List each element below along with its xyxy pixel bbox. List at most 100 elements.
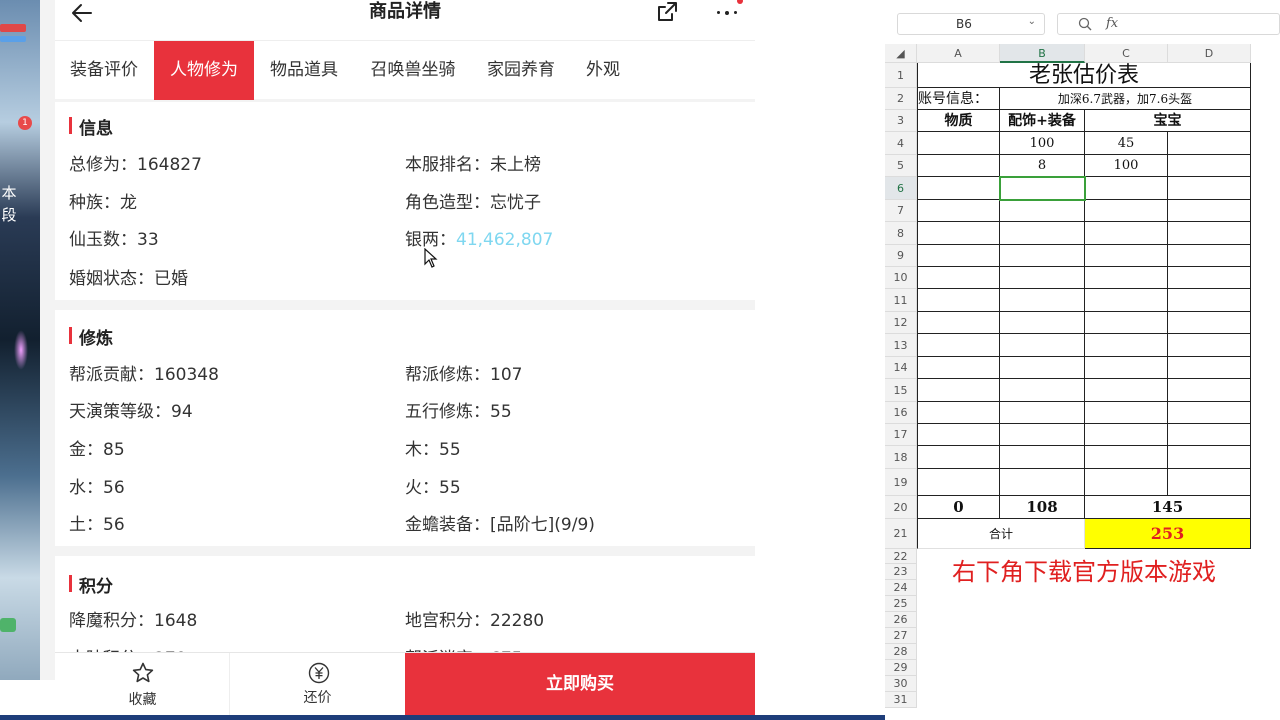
row-header[interactable]: 2 [885,88,917,110]
column-header-a[interactable]: A [917,44,1000,63]
total-label-cell[interactable]: 合计 [917,519,1085,549]
sheet-cell[interactable] [1168,312,1251,334]
row-header[interactable]: 24 [885,580,917,596]
fx-icon[interactable]: fx [1106,16,1118,31]
value-cell[interactable]: 100 [1000,132,1085,155]
counter-offer-button[interactable]: 还价 [230,653,405,715]
sheet-cell[interactable] [1085,357,1168,379]
tab-equipment-rating[interactable]: 装备评价 [55,41,153,100]
tab-character-cultivation[interactable]: 人物修为 [154,41,254,100]
sheet-cell[interactable] [917,446,1000,469]
sheet-cell[interactable] [1168,357,1251,379]
sheet-cell[interactable] [917,424,1000,446]
sheet-cell[interactable] [1000,402,1085,424]
row-header[interactable]: 3 [885,110,917,132]
total-value-cell[interactable]: 253 [1085,519,1251,549]
sheet-cell[interactable] [917,357,1000,379]
sheet-cell[interactable] [1085,222,1168,245]
sheet-cell[interactable] [917,379,1000,402]
sheet-cell[interactable] [1085,177,1168,200]
row-header[interactable]: 20 [885,496,917,519]
sheet-cell[interactable] [1000,357,1085,379]
sum-material-cell[interactable]: 0 [917,496,1000,519]
favorite-button[interactable]: 收藏 [55,653,230,715]
sheet-cell[interactable] [1085,424,1168,446]
sheet-cell[interactable] [1168,469,1251,496]
sheet-cell[interactable] [917,177,1000,200]
row-header[interactable]: 27 [885,628,917,644]
sheet-cell[interactable] [1085,267,1168,289]
sheet-cell[interactable] [1168,402,1251,424]
sheet-cell[interactable] [917,469,1000,496]
game-window-strip[interactable]: 1 本段 [0,0,40,680]
zoom-icon[interactable] [1078,17,1092,31]
row-header[interactable]: 25 [885,596,917,612]
sheet-cell[interactable] [1085,312,1168,334]
name-box[interactable]: B6 ⌄ [897,13,1045,35]
sheet-cell[interactable] [1085,334,1168,357]
chevron-down-icon[interactable]: ⌄ [1028,16,1036,27]
row-header[interactable]: 5 [885,155,917,177]
sheet-cell[interactable] [1168,200,1251,222]
sheet-cell[interactable] [1000,222,1085,245]
row-header[interactable]: 13 [885,334,917,357]
sheet-cell[interactable] [1000,334,1085,357]
value-cell[interactable] [917,155,1000,177]
sheet-cell[interactable] [1085,289,1168,312]
row-header[interactable]: 31 [885,692,917,708]
sheet-cell[interactable] [1000,289,1085,312]
tab-appearance[interactable]: 外观 [570,41,636,100]
game-green-button[interactable] [0,618,16,632]
row-header[interactable]: 30 [885,676,917,692]
row-header[interactable]: 12 [885,312,917,334]
row-header[interactable]: 4 [885,132,917,155]
value-cell[interactable] [917,132,1000,155]
sheet-cell[interactable] [1085,469,1168,496]
sheet-cell[interactable] [1168,289,1251,312]
sheet-cell[interactable] [1000,446,1085,469]
sheet-cell[interactable] [917,245,1000,267]
row-header[interactable]: 8 [885,222,917,245]
sheet-cell[interactable] [1168,132,1251,155]
value-cell[interactable]: 100 [1085,155,1168,177]
row-header[interactable]: 11 [885,289,917,312]
sheet-cell[interactable] [917,200,1000,222]
row-header[interactable]: 10 [885,267,917,289]
column-header-b[interactable]: B [1000,44,1085,63]
sheet-cell[interactable] [1085,245,1168,267]
sheet-cell[interactable] [1000,200,1085,222]
row-header[interactable]: 14 [885,357,917,379]
tab-home[interactable]: 家园养育 [472,41,570,100]
row-header[interactable]: 1 [885,63,917,88]
row-header[interactable]: 29 [885,660,917,676]
sheet-cell[interactable] [1000,379,1085,402]
sheet-cell[interactable] [1085,402,1168,424]
row-header[interactable]: 16 [885,402,917,424]
sheet-cell[interactable] [1168,379,1251,402]
sheet-cell[interactable] [1168,334,1251,357]
sheet-cell[interactable] [917,402,1000,424]
sum-pet-cell[interactable]: 145 [1085,496,1251,519]
select-all-corner[interactable]: ◢ [885,44,917,63]
sheet-cell[interactable] [1168,267,1251,289]
sheet-cell[interactable] [1085,379,1168,402]
sheet-cell[interactable] [1168,155,1251,177]
sheet-cell[interactable] [1168,424,1251,446]
row-header[interactable]: 21 [885,519,917,549]
row-header[interactable]: 26 [885,612,917,628]
value-cell[interactable]: 45 [1085,132,1168,155]
row-header[interactable]: 28 [885,644,917,660]
sheet-cell[interactable] [1085,446,1168,469]
row-header[interactable]: 6 [885,177,917,200]
sum-gear-cell[interactable]: 108 [1000,496,1085,519]
row-header[interactable]: 18 [885,446,917,469]
sheet-cell[interactable] [1168,222,1251,245]
tab-pets-mounts[interactable]: 召唤兽坐骑 [354,41,472,100]
sheet-cell[interactable] [917,312,1000,334]
sheet-cell[interactable] [1000,424,1085,446]
row-header[interactable]: 22 [885,549,917,564]
sheet-cell[interactable] [917,222,1000,245]
more-menu-icon[interactable] [713,0,743,24]
column-header-d[interactable]: D [1168,44,1251,63]
share-icon[interactable] [655,0,679,24]
